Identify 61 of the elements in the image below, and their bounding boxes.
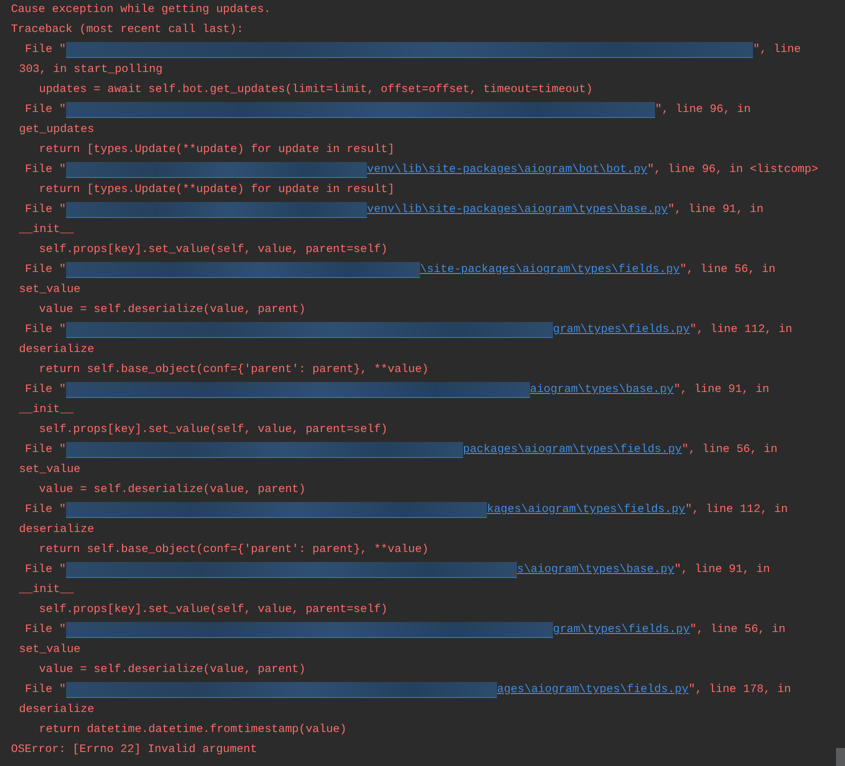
file-label: File ": [25, 203, 66, 217]
file-label: File ": [25, 263, 66, 277]
file-label: File ": [25, 503, 66, 517]
function-name: 303, in start_polling: [19, 63, 163, 77]
function-name: set_value: [19, 643, 81, 657]
code-line: return self.base_object(conf={'parent': parent}, **value): [39, 363, 429, 377]
function-name: __init__: [19, 403, 74, 417]
line-location: ", line 96, in: [655, 103, 751, 117]
error-message: Cause exception while getting updates.: [11, 3, 271, 17]
file-label: File ": [25, 563, 66, 577]
line-location: ", line 56, in: [680, 263, 776, 277]
line-location: ", line 91, in: [674, 383, 770, 397]
file-path-link[interactable]: kages\aiogram\types\fields.py: [487, 503, 686, 517]
line-location: ", line 91, in: [668, 203, 764, 217]
line-location: ", line 112, in: [685, 503, 788, 517]
file-path-link[interactable]: \site-packages\aiogram\types\fields.py: [420, 263, 680, 277]
file-path-link[interactable]: ages\aiogram\types\fields.py: [497, 683, 688, 697]
code-line: return [types.Update(**update) for update in result]: [39, 143, 394, 157]
line-location: ", line 178, in: [688, 683, 791, 697]
file-label: File ": [25, 323, 66, 337]
file-path-link[interactable]: packages\aiogram\types\fields.py: [463, 443, 682, 457]
code-line: return [types.Update(**update) for update in result]: [39, 183, 394, 197]
line-location: ", line 96, in <listcomp>: [647, 163, 818, 177]
code-line: self.props[key].set_value(self, value, parent=self): [39, 603, 388, 617]
file-label: File ": [25, 443, 66, 457]
function-name: set_value: [19, 463, 81, 477]
file-path-link[interactable]: venv\lib\site-packages\aiogram\bot\bot.py: [367, 163, 648, 177]
code-line: value = self.deserialize(value, parent): [39, 663, 306, 677]
function-name: set_value: [19, 283, 81, 297]
function-name: __init__: [19, 583, 74, 597]
code-line: updates = await self.bot.get_updates(limit=limit, offset=offset, timeout=timeout): [39, 83, 593, 97]
line-location: ", line 56, in: [682, 443, 778, 457]
line-location: ", line: [753, 43, 801, 57]
code-line: return self.base_object(conf={'parent': parent}, **value): [39, 543, 429, 557]
function-name: __init__: [19, 223, 74, 237]
file-path-link[interactable]: gram\types\fields.py: [553, 623, 690, 637]
file-label: File ": [25, 683, 66, 697]
code-line: value = self.deserialize(value, parent): [39, 303, 306, 317]
function-name: get_updates: [19, 123, 94, 137]
code-line: self.props[key].set_value(self, value, parent=self): [39, 423, 388, 437]
file-label: File ": [25, 163, 66, 177]
line-location: ", line 56, in: [690, 623, 786, 637]
function-name: deserialize: [19, 343, 94, 357]
file-path-link[interactable]: s\aiogram\types\base.py: [517, 563, 674, 577]
error-message: Traceback (most recent call last):: [11, 23, 244, 37]
line-location: ", line 91, in: [674, 563, 770, 577]
file-path-link[interactable]: aiogram\types\base.py: [530, 383, 674, 397]
file-label: File ": [25, 623, 66, 637]
file-label: File ": [25, 43, 66, 57]
function-name: deserialize: [19, 703, 94, 717]
file-label: File ": [25, 103, 66, 117]
file-path-link[interactable]: gram\types\fields.py: [553, 323, 690, 337]
code-line: return datetime.datetime.fromtimestamp(value): [39, 723, 347, 737]
error-message: OSError: [Errno 22] Invalid argument: [11, 743, 258, 757]
line-location: ", line 112, in: [690, 323, 792, 337]
code-line: self.props[key].set_value(self, value, parent=self): [39, 243, 388, 257]
file-path-link[interactable]: venv\lib\site-packages\aiogram\types\base.py: [367, 203, 668, 217]
file-label: File ": [25, 383, 66, 397]
code-line: value = self.deserialize(value, parent): [39, 483, 306, 497]
function-name: deserialize: [19, 523, 94, 537]
scrollbar-thumb[interactable]: [836, 748, 845, 766]
